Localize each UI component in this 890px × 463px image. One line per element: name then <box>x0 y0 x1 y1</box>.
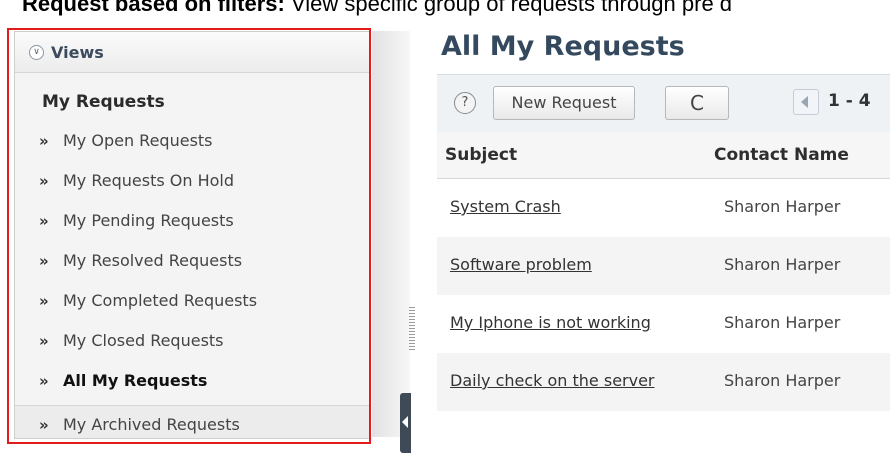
double-chevron-right-icon: » <box>39 252 49 270</box>
sidebar-item-label: My Requests On Hold <box>63 171 235 190</box>
sidebar-item-label: My Archived Requests <box>63 415 240 434</box>
table-row[interactable]: Daily check on the server Sharon Harper <box>437 353 890 411</box>
sidebar-item-label: My Completed Requests <box>63 291 258 310</box>
double-chevron-right-icon: » <box>39 172 49 190</box>
sidebar-item-all-my-requests[interactable]: » All My Requests <box>39 371 359 401</box>
double-chevron-right-icon: » <box>39 292 49 310</box>
views-header[interactable]: ∨ Views <box>15 32 369 73</box>
sidebar-item-my-resolved-requests[interactable]: » My Resolved Requests <box>39 251 359 281</box>
sidebar-item-my-requests-on-hold[interactable]: » My Requests On Hold <box>39 171 359 201</box>
pane-splitter[interactable] <box>372 31 415 437</box>
contact-name: Sharon Harper <box>724 371 841 390</box>
sidebar-item-label: My Resolved Requests <box>63 251 243 270</box>
sidebar-item-my-open-requests[interactable]: » My Open Requests <box>39 131 359 161</box>
double-chevron-right-icon: » <box>39 132 49 150</box>
sidebar-item-label: All My Requests <box>63 371 208 390</box>
collapse-sidebar-button[interactable] <box>400 393 411 453</box>
double-chevron-right-icon: » <box>39 332 49 350</box>
table-row[interactable]: System Crash Sharon Harper <box>437 179 890 237</box>
sidebar-item-label: My Pending Requests <box>63 211 234 230</box>
subject-link[interactable]: My Iphone is not working <box>450 313 651 332</box>
subject-link[interactable]: Software problem <box>450 255 592 274</box>
caption: Request based on filters: View specific … <box>22 0 732 17</box>
sidebar-item-label: My Open Requests <box>63 131 213 150</box>
caption-bold: Request based on filters: <box>22 0 285 16</box>
table-row[interactable]: Software problem Sharon Harper <box>437 237 890 295</box>
sidebar-item-label: My Closed Requests <box>63 331 224 350</box>
refresh-icon: C <box>690 91 704 115</box>
help-icon[interactable]: ? <box>454 92 476 114</box>
sidebar-item-my-pending-requests[interactable]: » My Pending Requests <box>39 211 359 241</box>
table-row[interactable]: My Iphone is not working Sharon Harper <box>437 295 890 353</box>
group-title-my-requests: My Requests <box>42 92 165 112</box>
toolbar: ? New Request C 1 - 4 <box>437 74 890 134</box>
pagination-range: 1 - 4 <box>828 91 871 111</box>
sidebar-item-my-completed-requests[interactable]: » My Completed Requests <box>39 291 359 321</box>
column-header-contact-name[interactable]: Contact Name <box>714 145 849 165</box>
double-chevron-right-icon: » <box>39 372 49 390</box>
previous-page-button[interactable] <box>793 89 819 115</box>
page-title: All My Requests <box>441 31 685 62</box>
double-chevron-right-icon: » <box>39 212 49 230</box>
contact-name: Sharon Harper <box>724 255 841 274</box>
splitter-grip-icon[interactable] <box>409 307 415 351</box>
caption-rest: View specific group of requests through … <box>284 0 733 16</box>
table-header: Subject Contact Name <box>437 132 890 179</box>
refresh-button[interactable]: C <box>665 86 729 120</box>
chevron-down-icon[interactable]: ∨ <box>29 45 44 60</box>
sidebar-item-my-closed-requests[interactable]: » My Closed Requests <box>39 331 359 361</box>
new-request-button[interactable]: New Request <box>493 86 635 120</box>
subject-link[interactable]: Daily check on the server <box>450 371 655 390</box>
views-sidebar: ∨ Views My Requests » My Open Requests » M… <box>14 31 370 439</box>
sidebar-item-my-archived-requests[interactable]: » My Archived Requests <box>39 415 359 445</box>
contact-name: Sharon Harper <box>724 313 841 332</box>
column-header-subject[interactable]: Subject <box>445 145 517 165</box>
double-chevron-right-icon: » <box>39 416 49 434</box>
contact-name: Sharon Harper <box>724 197 841 216</box>
views-title: Views <box>51 43 104 62</box>
subject-link[interactable]: System Crash <box>450 197 561 216</box>
